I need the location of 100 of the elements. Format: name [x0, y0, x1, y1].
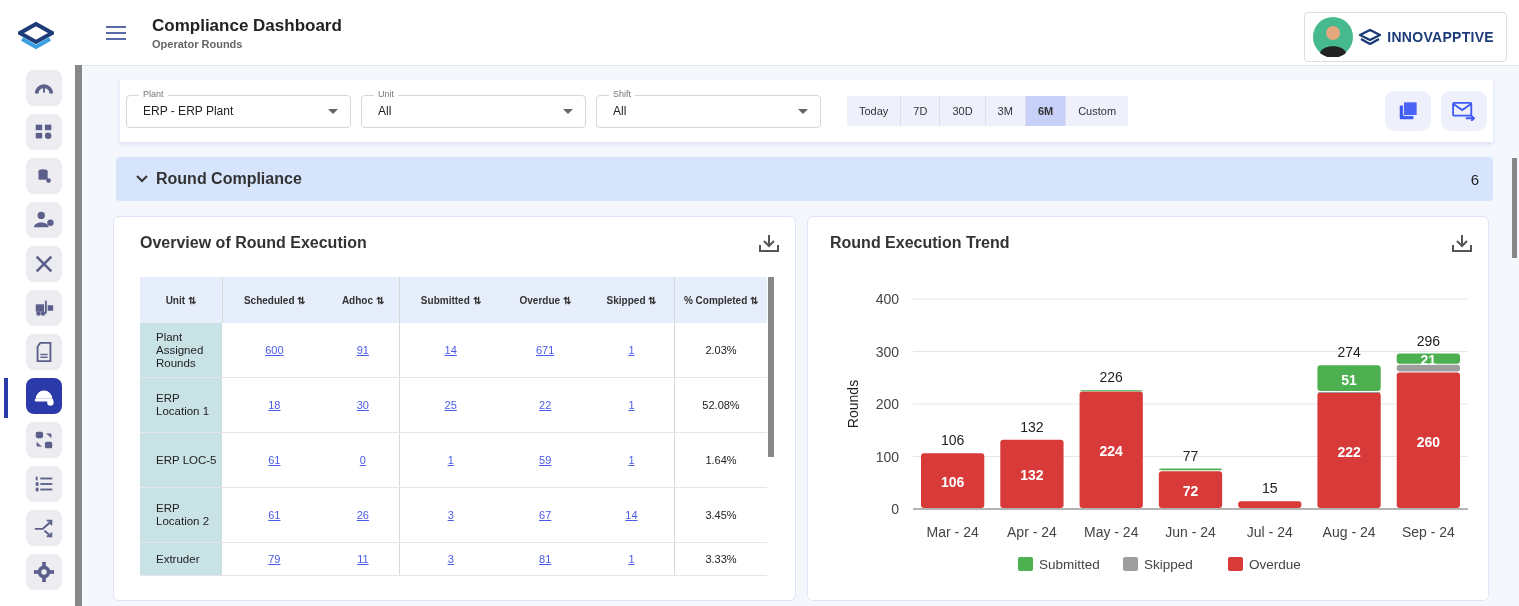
y-tick-label: 400: [875, 291, 899, 307]
count-link[interactable]: 1: [628, 553, 635, 565]
y-tick-label: 100: [875, 448, 899, 465]
date-range-tab[interactable]: 6M: [1025, 96, 1067, 126]
card-title: Round Execution Trend: [830, 234, 1011, 252]
y-tick-label: 0: [891, 501, 899, 517]
swap-nav-button[interactable]: [25, 422, 62, 458]
bar-total-label: 15: [1262, 480, 1278, 497]
bar-total-label: 296: [1416, 332, 1441, 349]
bar-value-label: 132: [1020, 467, 1044, 484]
count-link[interactable]: 1: [447, 454, 454, 466]
count-link[interactable]: 26: [356, 509, 369, 521]
bar-value-label: 260: [1416, 433, 1441, 450]
legend-label[interactable]: Overdue: [1249, 557, 1301, 572]
count-link[interactable]: 11: [357, 553, 369, 565]
card-title: Overview of Round Execution: [140, 234, 368, 252]
column-header[interactable]: Adhoc ⇅: [326, 277, 400, 323]
percent-cell: 52.08%: [674, 377, 767, 433]
section-header[interactable]: Round Compliance 6: [116, 157, 1493, 201]
bar-total-label: 77: [1182, 447, 1199, 464]
bar-value-label: 21: [1420, 352, 1437, 369]
email-button[interactable]: [1441, 91, 1487, 131]
count-link[interactable]: 0: [359, 454, 366, 466]
document-nav-button[interactable]: [25, 334, 62, 370]
unit-cell: ERP Location 1: [140, 377, 222, 433]
count-link[interactable]: 59: [539, 454, 552, 466]
count-link[interactable]: 1: [628, 399, 635, 411]
database-nav-button[interactable]: [25, 158, 62, 194]
column-header[interactable]: Submitted ⇅: [399, 277, 502, 323]
download-icon[interactable]: [759, 234, 779, 252]
percent-cell: 3.45%: [674, 487, 767, 543]
percent-cell: 3.33%: [674, 542, 767, 576]
column-header[interactable]: % Completed ⇅: [674, 277, 767, 323]
count-link[interactable]: 61: [268, 454, 281, 466]
x-tick-label: Mar - 24: [926, 524, 979, 540]
chevron-icon: [136, 175, 148, 183]
x-tick-label: Jul - 24: [1246, 524, 1293, 540]
column-header[interactable]: Scheduled ⇅: [222, 277, 327, 323]
count-link[interactable]: 30: [356, 399, 369, 411]
active-indicator: [4, 378, 8, 418]
column-header[interactable]: Overdue ⇅: [501, 277, 589, 323]
user-nav-button[interactable]: [25, 202, 62, 238]
bar-total-label: 274: [1337, 344, 1361, 361]
count-link[interactable]: 3: [447, 509, 454, 521]
shuffle-icon: [32, 517, 55, 539]
percent-cell: 2.03%: [674, 323, 767, 378]
count-link[interactable]: 671: [536, 344, 555, 356]
bar-total-label: 106: [940, 432, 965, 449]
column-header[interactable]: Unit ⇅: [140, 277, 222, 323]
bar-value-label: 222: [1337, 443, 1361, 460]
unit-cell: ERP LOC-5: [140, 432, 222, 488]
count-link[interactable]: 25: [444, 399, 457, 411]
count-link[interactable]: 67: [539, 509, 552, 521]
y-axis-label: Rounds: [845, 379, 861, 429]
count-link[interactable]: 14: [625, 509, 638, 521]
count-link[interactable]: 79: [268, 553, 281, 565]
forklift-nav-button[interactable]: [25, 290, 62, 326]
bar-total-label: 226: [1099, 369, 1123, 386]
x-tick-label: May - 24: [1084, 524, 1139, 540]
x-tick-label: Apr - 24: [1007, 524, 1057, 540]
bar-value-label: 51: [1341, 371, 1357, 388]
list-nav-button[interactable]: [25, 466, 62, 502]
x-tick-label: Jun - 24: [1165, 524, 1216, 540]
scrollbar[interactable]: [75, 65, 82, 606]
profile-card[interactable]: INNOVAPPTIVE: [1304, 11, 1507, 62]
gauge-nav-button[interactable]: [25, 70, 62, 106]
column-header[interactable]: Skipped ⇅: [588, 277, 675, 323]
y-tick-label: 300: [875, 343, 899, 360]
legend-label[interactable]: Submitted: [1039, 557, 1100, 572]
y-tick-label: 200: [875, 396, 899, 412]
count-link[interactable]: 14: [444, 344, 457, 356]
page-subtitle: Operator Rounds: [152, 37, 244, 50]
scrollbar[interactable]: [768, 277, 774, 457]
count-link[interactable]: 600: [265, 344, 284, 356]
email-icon: [1452, 101, 1476, 121]
count-link[interactable]: 18: [268, 399, 281, 411]
pdf-export-button[interactable]: [1385, 91, 1431, 131]
download-icon[interactable]: [1452, 234, 1472, 252]
date-range-tab[interactable]: Today: [847, 96, 902, 126]
unit-cell: Plant Assigned Rounds: [140, 323, 222, 378]
percent-cell: 1.64%: [674, 432, 767, 488]
count-link[interactable]: 81: [539, 553, 552, 565]
count-link[interactable]: 91: [356, 344, 369, 356]
dropdown-caret-icon: [328, 108, 338, 114]
legend-label[interactable]: Skipped: [1144, 557, 1193, 572]
brand-logo-icon: [1359, 28, 1382, 45]
count-link[interactable]: 1: [628, 344, 635, 356]
hardhat-nav-button[interactable]: [25, 378, 62, 414]
unit-cell: Extruder: [140, 542, 222, 576]
count-link[interactable]: 61: [268, 509, 281, 521]
count-link[interactable]: 3: [447, 553, 454, 565]
count-link[interactable]: 1: [628, 454, 635, 466]
count-link[interactable]: 22: [539, 399, 552, 411]
scrollbar[interactable]: [1512, 158, 1517, 258]
avatar-icon: [1313, 16, 1354, 57]
pdf-icon: [1397, 100, 1419, 122]
menu-icon[interactable]: [106, 25, 126, 40]
grid-nav-button[interactable]: [25, 114, 62, 150]
shuffle-nav-button[interactable]: [25, 510, 62, 546]
bar-value-label: 72: [1182, 483, 1199, 500]
